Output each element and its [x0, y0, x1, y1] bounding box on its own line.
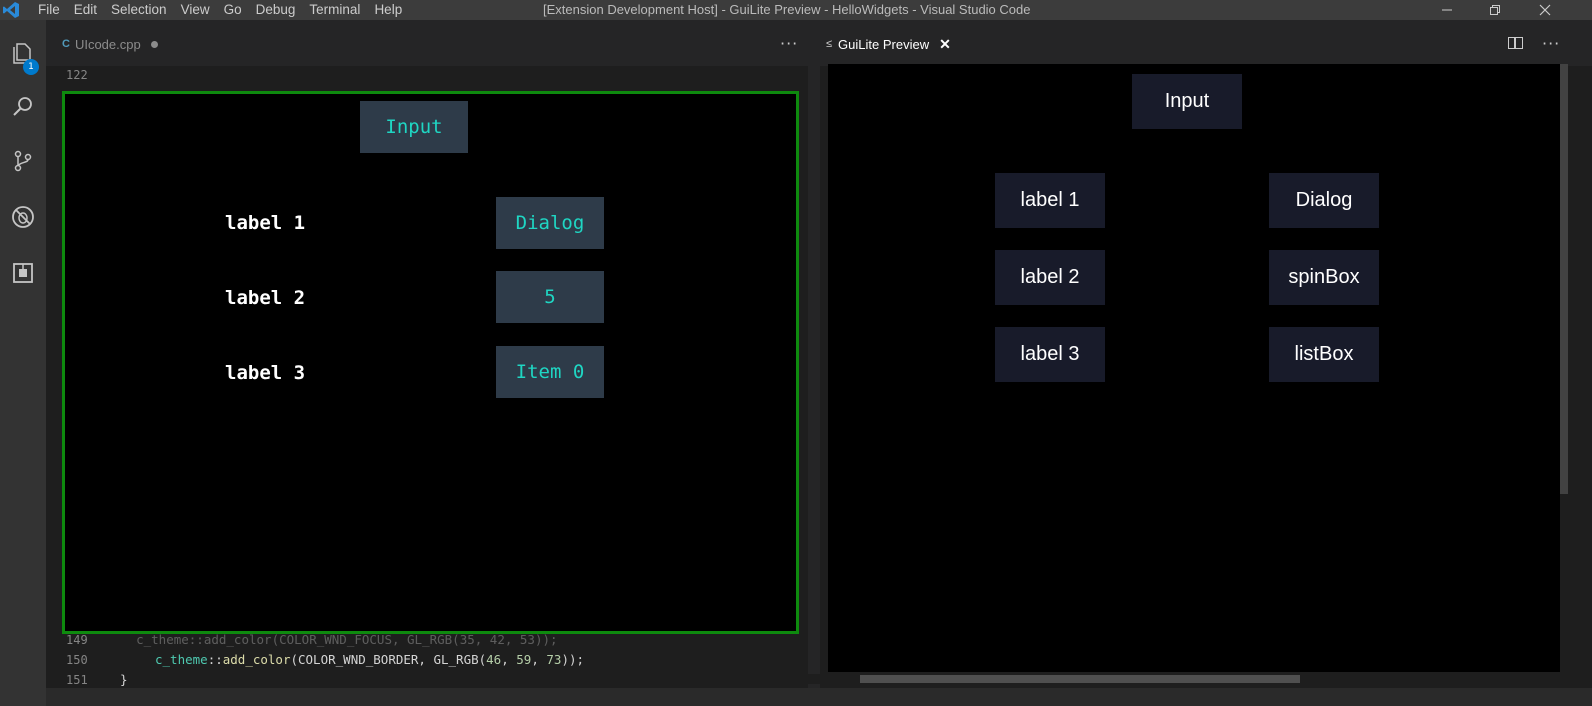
code-scope-operator: ::: [207, 652, 223, 667]
line-number: 149: [66, 633, 88, 647]
label-1: label 1: [225, 212, 306, 234]
dirty-dot-icon[interactable]: [150, 40, 158, 48]
close-tab-icon[interactable]: ✕: [939, 36, 951, 53]
close-window-button[interactable]: [1522, 0, 1568, 20]
menu-terminal[interactable]: Terminal: [304, 0, 369, 20]
window-title: [Extension Development Host] - GuiLite P…: [543, 2, 1031, 17]
tab-label: UIcode.cpp: [74, 36, 141, 52]
code-line-149[interactable]: c_theme::add_color(COLOR_WND_FOCUS, GL_R…: [106, 632, 557, 647]
search-icon: [13, 97, 32, 116]
line-number: 122: [66, 68, 88, 82]
code-number: 46: [486, 652, 502, 667]
preview-icon: ≤: [826, 38, 833, 50]
menu-view[interactable]: View: [176, 0, 219, 20]
restore-icon: [1490, 5, 1500, 15]
activity-bar: 1: [0, 20, 46, 706]
menu-edit[interactable]: Edit: [69, 0, 106, 20]
line-number: 150: [66, 653, 88, 667]
code-number: 73: [546, 652, 562, 667]
activity-source-control[interactable]: [0, 138, 46, 184]
guilite-canvas-embedded[interactable]: Input label 1 label 2 label 3 Dialog 5 I…: [62, 91, 799, 634]
preview-label-3: label 3: [995, 327, 1105, 382]
preview-label-2: label 2: [995, 250, 1105, 305]
code-function-name: add_color: [222, 652, 291, 667]
activity-explorer[interactable]: 1: [0, 30, 46, 76]
restore-button[interactable]: [1472, 0, 1518, 20]
preview-label-1: label 1: [995, 173, 1105, 228]
vertical-scrollbar-thumb[interactable]: [1560, 64, 1568, 494]
close-icon: [1539, 4, 1551, 16]
guilite-preview-canvas[interactable]: Input label 1 label 2 label 3 Dialog spi…: [828, 64, 1560, 672]
code-line-151[interactable]: }: [120, 672, 128, 687]
preview-spinbox[interactable]: spinBox: [1269, 250, 1379, 305]
editor-tabs-left: C UIcode.cpp ···: [46, 20, 808, 66]
explorer-badge: 1: [23, 59, 39, 75]
preview-input-button[interactable]: Input: [1132, 74, 1242, 129]
tab-uicode-cpp[interactable]: C UIcode.cpp: [62, 32, 158, 56]
code-end: ));: [561, 652, 585, 667]
tab-label: GuiLite Preview: [838, 36, 930, 52]
activity-extensions[interactable]: [0, 250, 46, 296]
preview-listbox[interactable]: listBox: [1269, 327, 1379, 382]
editor-tabs-right: ≤ GuiLite Preview ✕ ···: [820, 20, 1592, 66]
cpp-file-icon: C: [62, 38, 70, 50]
code-comma: ,: [501, 652, 517, 667]
tab-guilite-preview[interactable]: ≤ GuiLite Preview ✕: [826, 32, 951, 56]
menu-file[interactable]: File: [38, 0, 69, 20]
minimize-button[interactable]: [1424, 0, 1470, 20]
preview-dialog-button[interactable]: Dialog: [1269, 173, 1379, 228]
split-editor-icon[interactable]: [1508, 37, 1523, 49]
horizontal-scrollbar-thumb[interactable]: [860, 675, 1300, 683]
dialog-button[interactable]: Dialog: [496, 197, 604, 249]
spinbox[interactable]: 5: [496, 271, 604, 323]
menu-debug[interactable]: Debug: [251, 0, 305, 20]
listbox[interactable]: Item 0: [496, 346, 604, 398]
extensions-icon: [13, 263, 33, 283]
menu-bar: File Edit Selection View Go Debug Termin…: [38, 0, 411, 20]
source-control-icon: [14, 150, 32, 172]
menu-help[interactable]: Help: [369, 0, 411, 20]
debug-icon: [12, 206, 34, 228]
code-class-name: c_theme: [155, 652, 208, 667]
line-number: 151: [66, 673, 88, 687]
title-bar: File Edit Selection View Go Debug Termin…: [0, 0, 1592, 20]
label-2: label 2: [225, 287, 306, 309]
vscode-logo-icon: [3, 2, 19, 18]
activity-search[interactable]: [0, 84, 46, 130]
code-args: (COLOR_WND_BORDER, GL_RGB(: [290, 652, 487, 667]
label-3: label 3: [225, 362, 306, 384]
code-line-150[interactable]: c_theme::add_color(COLOR_WND_BORDER, GL_…: [155, 652, 584, 667]
more-actions-icon[interactable]: ···: [1542, 34, 1560, 53]
minimize-icon: [1442, 9, 1452, 11]
input-button[interactable]: Input: [360, 101, 468, 153]
editor-sash[interactable]: [808, 20, 820, 706]
code-comma: ,: [531, 652, 547, 667]
status-bar: [46, 688, 1592, 706]
activity-debug[interactable]: [0, 194, 46, 240]
code-number: 59: [516, 652, 532, 667]
menu-go[interactable]: Go: [219, 0, 251, 20]
menu-selection[interactable]: Selection: [106, 0, 176, 20]
more-actions-icon[interactable]: ···: [780, 34, 798, 53]
